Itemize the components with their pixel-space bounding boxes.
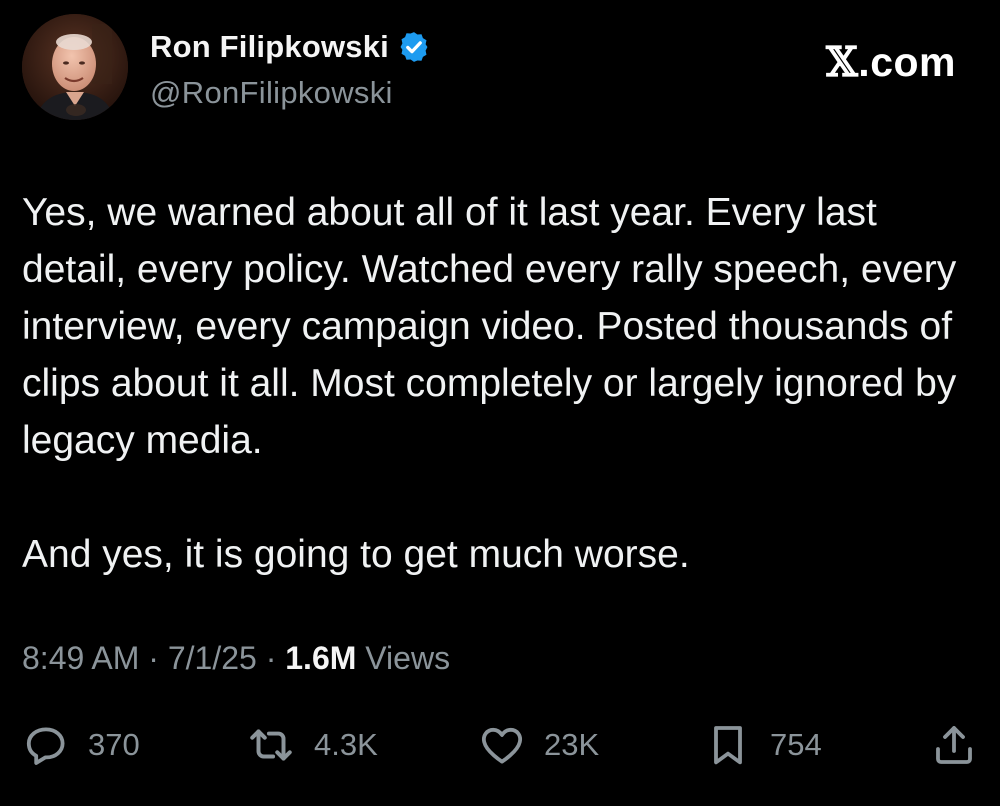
x-logo-icon: 𝕏 (825, 38, 859, 86)
meta-separator: · (148, 640, 159, 676)
tweet-time[interactable]: 8:49 AM (22, 640, 139, 676)
brand-watermark: 𝕏.com (826, 38, 956, 86)
author-name-row[interactable]: Ron Filipkowski (150, 27, 431, 67)
reply-button[interactable]: 370 (22, 715, 140, 775)
action-bar: 370 4.3K 23K 754 (0, 715, 1000, 775)
tweet-paragraph: Yes, we warned about all of it last year… (22, 191, 957, 462)
bookmark-button[interactable]: 754 (704, 715, 822, 775)
avatar[interactable] (22, 14, 128, 120)
author-display-name[interactable]: Ron Filipkowski (150, 29, 389, 65)
tweet-text: Yes, we warned about all of it last year… (22, 184, 982, 583)
views-count: 1.6M (285, 640, 357, 676)
repost-count: 4.3K (314, 727, 378, 762)
brand-domain: .com (858, 39, 956, 85)
tweet-date[interactable]: 7/1/25 (168, 640, 257, 676)
like-button[interactable]: 23K (478, 715, 599, 775)
views-label: Views (365, 640, 451, 676)
tweet-meta: 8:49 AM · 7/1/25 · 1.6M Views (22, 640, 450, 677)
reply-count: 370 (88, 727, 140, 762)
reply-icon (26, 727, 65, 765)
profile-photo-icon (22, 14, 128, 120)
author-handle[interactable]: @RonFilipkowski (150, 75, 393, 111)
bookmark-icon (714, 726, 742, 765)
share-icon (936, 726, 972, 764)
share-button[interactable] (930, 715, 978, 775)
heart-icon (481, 727, 523, 764)
meta-separator: · (265, 640, 277, 676)
repost-icon (250, 729, 292, 761)
repost-button[interactable]: 4.3K (246, 715, 378, 775)
like-count: 23K (544, 727, 600, 762)
tweet-paragraph: And yes, it is going to get much worse. (22, 533, 690, 576)
verified-badge-icon (400, 32, 428, 62)
bookmark-count: 754 (770, 727, 822, 762)
